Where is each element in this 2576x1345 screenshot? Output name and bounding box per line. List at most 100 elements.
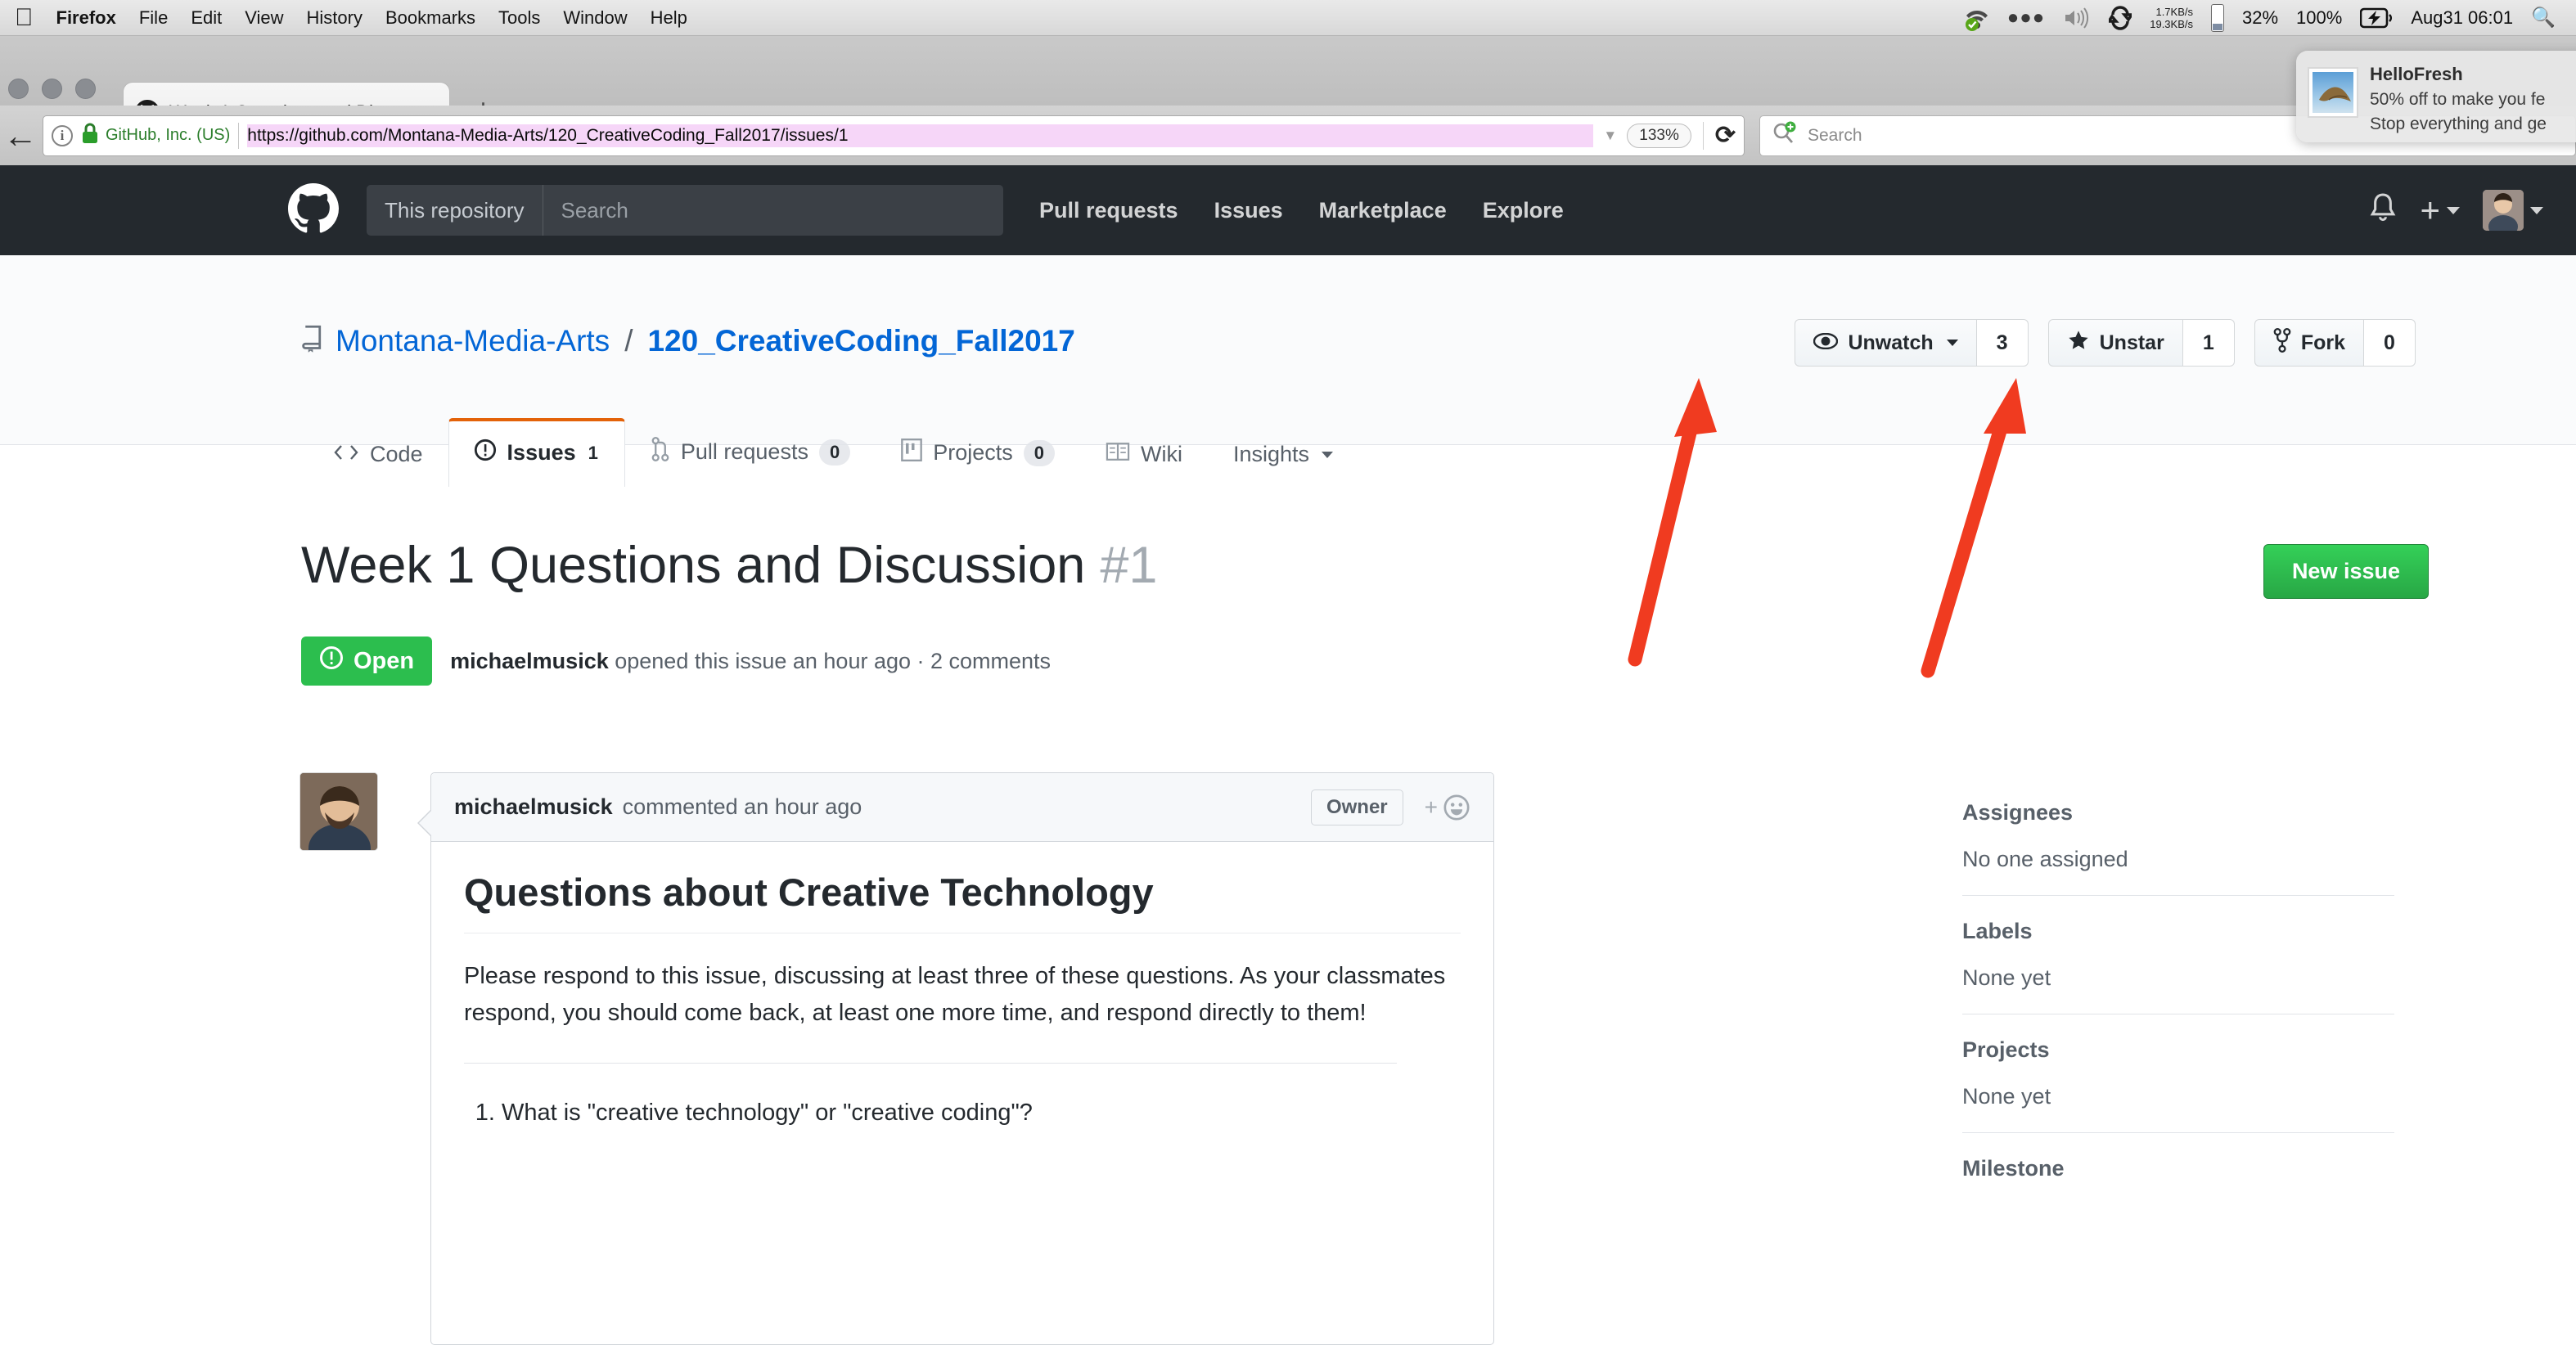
spotlight-search-icon[interactable]: 🔍 (2522, 6, 2565, 29)
tab-wiki[interactable]: Wiki (1080, 421, 1208, 487)
tab-issues[interactable]: Issues 1 (448, 418, 625, 487)
tab-insights[interactable]: Insights (1208, 421, 1358, 487)
nav-marketplace[interactable]: Marketplace (1319, 198, 1447, 223)
repo-owner-link[interactable]: Montana-Media-Arts (336, 324, 610, 358)
nav-issues[interactable]: Issues (1214, 198, 1283, 223)
fork-button[interactable]: Fork (2254, 319, 2363, 367)
search-scope-selector[interactable]: This repository (367, 185, 543, 236)
tab-code[interactable]: Code (308, 421, 448, 487)
sidebar-projects-value: None yet (1962, 1084, 2051, 1109)
github-search-input[interactable]: Search (543, 198, 628, 223)
tab-projects[interactable]: Projects 0 (876, 418, 1080, 487)
repository-tabs: Code Issues 1 Pull requests 0 Projects 0… (308, 416, 1358, 487)
battery-percent[interactable]: 32% (2233, 7, 2287, 29)
display-percent[interactable]: 100% (2287, 7, 2351, 29)
create-new-menu[interactable]: + (2420, 193, 2460, 227)
breadcrumb-separator: / (624, 324, 633, 358)
reload-icon[interactable]: ⟳ (1715, 123, 1736, 148)
lock-icon[interactable] (81, 122, 99, 149)
comment-timestamp: commented an hour ago (622, 794, 862, 819)
url-input[interactable]: https://github.com/Montana-Media-Arts/12… (247, 124, 1594, 147)
user-menu[interactable] (2483, 190, 2543, 231)
sidebar-labels-value: None yet (1962, 965, 2051, 990)
menu-history[interactable]: History (295, 7, 374, 29)
chevron-down-icon[interactable] (1946, 340, 1958, 346)
project-board-icon (901, 439, 923, 467)
ellipsis-icon[interactable]: ●●● (1998, 7, 2055, 29)
unstar-button[interactable]: Unstar (2047, 319, 2182, 367)
zoom-level-indicator[interactable]: 133% (1627, 123, 1691, 148)
menubar-clock[interactable]: Aug31 06:01 (2402, 7, 2522, 29)
add-reaction-icon[interactable]: + (1425, 794, 1470, 821)
menu-window[interactable]: Window (552, 7, 638, 29)
close-window-button[interactable] (8, 79, 29, 99)
nav-explore[interactable]: Explore (1483, 198, 1564, 223)
chevron-down-icon[interactable] (1322, 451, 1334, 458)
git-pull-request-icon (651, 437, 670, 467)
sidebar-section-projects[interactable]: Projects None yet (1962, 1014, 2394, 1132)
system-notification[interactable]: HelloFresh 50% off to make you fe Stop e… (2296, 51, 2576, 142)
menu-firefox[interactable]: Firefox (45, 7, 128, 29)
star-count[interactable]: 1 (2182, 319, 2235, 367)
issue-meta: Open michaelmusick opened this issue an … (301, 637, 1051, 686)
tab-issues-count: 1 (588, 442, 598, 463)
mail-stamp-icon (2308, 67, 2358, 118)
chevron-down-icon[interactable] (2447, 206, 2460, 214)
sidebar-section-labels[interactable]: Labels None yet (1962, 895, 2394, 1014)
chevron-down-icon[interactable] (2530, 206, 2543, 214)
menu-file[interactable]: File (128, 7, 179, 29)
github-search[interactable]: This repository Search (367, 185, 1003, 236)
github-octocat-icon[interactable] (288, 182, 339, 238)
menu-tools[interactable]: Tools (487, 7, 552, 29)
issue-meta-detail: opened this issue an hour ago · 2 commen… (608, 648, 1052, 673)
maximize-window-button[interactable] (75, 79, 96, 99)
urlbar-divider (1702, 121, 1704, 150)
battery-meter-icon[interactable] (2202, 3, 2233, 32)
watch-button-group: Unwatch 3 (1795, 319, 2029, 367)
info-icon[interactable]: i (52, 124, 73, 146)
watch-count[interactable]: 3 (1975, 319, 2029, 367)
avatar[interactable] (299, 772, 378, 851)
plus-icon[interactable]: + (2420, 193, 2440, 227)
comment-header: michaelmusick commented an hour ago Owne… (431, 773, 1493, 842)
new-issue-button[interactable]: New issue (2263, 544, 2429, 599)
sidebar-section-assignees[interactable]: Assignees No one assigned (1962, 800, 2394, 895)
network-rate: 1.7KB/s 19.3KB/s (2141, 6, 2202, 30)
site-identity-label: GitHub, Inc. (US) (106, 126, 231, 144)
notification-bell-icon[interactable] (2369, 192, 2397, 228)
menu-edit[interactable]: Edit (179, 7, 233, 29)
star-icon (2067, 329, 2090, 358)
fork-icon (2273, 327, 2291, 358)
apple-logo-icon[interactable]:  (15, 5, 34, 29)
speaker-icon[interactable] (2054, 7, 2100, 29)
status-badge: Open (301, 637, 433, 686)
menu-bookmarks[interactable]: Bookmarks (374, 7, 487, 29)
back-arrow-icon[interactable]: ← (3, 118, 38, 152)
tab-insights-label: Insights (1232, 442, 1310, 466)
comment-arrow (419, 810, 432, 836)
notification-line-1: 50% off to make you fe (2370, 90, 2546, 109)
tab-pull-requests[interactable]: Pull requests 0 (625, 416, 876, 487)
menu-view[interactable]: View (233, 7, 295, 29)
sidebar-section-milestone[interactable]: Milestone (1962, 1132, 2394, 1204)
comment-author[interactable]: michaelmusick (454, 794, 613, 820)
issue-author-link[interactable]: michaelmusick (450, 649, 609, 673)
battery-charging-icon[interactable] (2351, 7, 2402, 29)
unwatch-label: Unwatch (1848, 331, 1934, 354)
code-icon (333, 442, 359, 467)
issue-title: Week 1 Questions and Discussion (301, 537, 1086, 594)
minimize-window-button[interactable] (42, 79, 62, 99)
unwatch-button[interactable]: Unwatch (1795, 319, 1976, 367)
chevron-down-icon[interactable]: ▼ (1603, 128, 1617, 144)
menu-help[interactable]: Help (639, 7, 699, 29)
avatar[interactable] (2483, 190, 2524, 231)
wifi-icon[interactable] (1956, 5, 1998, 31)
sidebar-assignees-value: No one assigned (1962, 847, 2128, 871)
issue-number: #1 (1100, 537, 1158, 594)
nav-pull-requests[interactable]: Pull requests (1039, 198, 1178, 223)
repo-name-link[interactable]: 120_CreativeCoding_Fall2017 (647, 324, 1074, 358)
fork-count[interactable]: 0 (2363, 319, 2416, 367)
sync-icon[interactable] (2100, 5, 2141, 30)
search-input[interactable]: Search (1808, 126, 1862, 146)
url-bar[interactable]: i GitHub, Inc. (US) https://github.com/M… (43, 115, 1745, 156)
